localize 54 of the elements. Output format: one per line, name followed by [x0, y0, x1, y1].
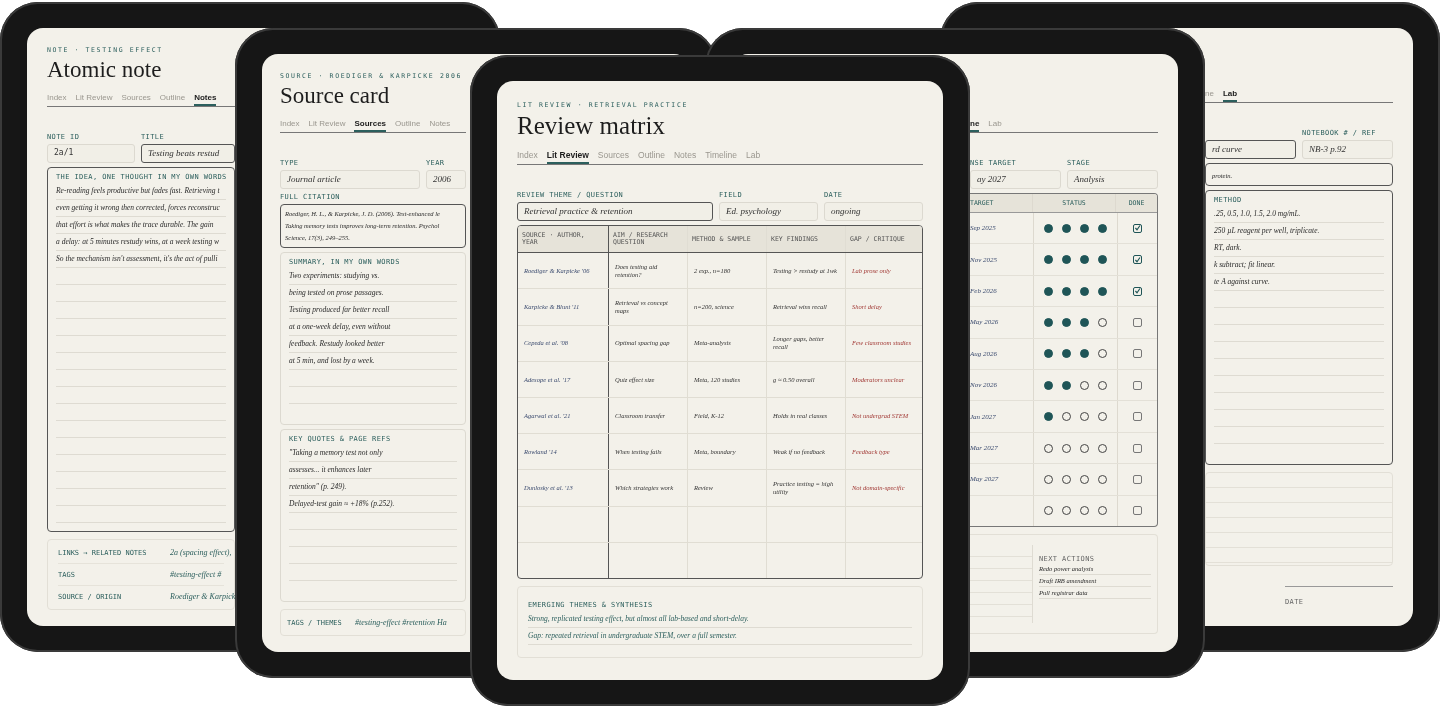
nav-tab[interactable]: ne	[970, 118, 980, 132]
input-field[interactable]: Journal article	[280, 170, 420, 190]
status-dot	[1062, 286, 1071, 296]
checkbox[interactable]	[1133, 223, 1142, 233]
checkbox[interactable]	[1133, 474, 1142, 484]
checkbox[interactable]	[1133, 506, 1142, 516]
page-title: Review matrix	[517, 113, 666, 140]
status-dot	[1062, 255, 1071, 265]
checkbox[interactable]	[1133, 317, 1142, 327]
nav-tab[interactable]: Lit Review	[546, 149, 589, 165]
status-dot	[1044, 223, 1053, 233]
status-dot	[1080, 317, 1089, 327]
checkbox[interactable]	[1133, 412, 1142, 422]
status-dot	[1062, 349, 1071, 359]
input-field[interactable]: Analysis	[1067, 170, 1158, 189]
input-field[interactable]: NB-3 p.92	[1302, 140, 1393, 159]
checkbox[interactable]	[1133, 443, 1142, 453]
status-dot	[1044, 380, 1053, 390]
status-dot	[1044, 349, 1053, 359]
status-dot	[1044, 286, 1053, 296]
page-title: Source card	[280, 84, 391, 109]
status-dot	[1080, 349, 1089, 359]
input-field[interactable]: Ed. psychology	[719, 202, 818, 222]
status-dot	[1098, 255, 1107, 265]
meta-value: #testing-effect #retention Ha	[355, 618, 447, 627]
status-dot	[1062, 380, 1071, 390]
input-field[interactable]: rd curve	[1205, 140, 1296, 159]
meta-value: #testing-effect #	[170, 570, 222, 579]
status-dot	[1044, 255, 1053, 265]
nav-tab[interactable]: Sources	[354, 118, 387, 133]
input-field[interactable]: ay 2027	[970, 170, 1061, 189]
status-dot	[1080, 223, 1089, 233]
input-field[interactable]: Testing beats restud	[141, 144, 235, 164]
status-dot	[1044, 317, 1053, 327]
page-title: Atomic note	[47, 58, 163, 83]
nav-tab[interactable]: Lab	[1222, 88, 1238, 102]
status-dot	[1044, 412, 1053, 422]
checkbox[interactable]	[1133, 286, 1142, 296]
checkbox[interactable]	[1133, 349, 1142, 359]
status-dot	[1080, 286, 1089, 296]
checkbox[interactable]	[1133, 255, 1142, 265]
input-field[interactable]: Retrieval practice & retention	[517, 202, 713, 222]
status-dot	[1062, 317, 1071, 327]
status-dot	[1080, 255, 1089, 265]
status-dot	[1062, 223, 1071, 233]
input-field[interactable]: 2a/1	[47, 144, 135, 164]
status-dot	[1098, 286, 1107, 296]
meta-value: Roediger & Karpick	[170, 592, 236, 601]
meta-value: 2a (spacing effect),	[170, 548, 232, 557]
input-field[interactable]: 2006	[426, 170, 466, 190]
input-field[interactable]: ongoing	[824, 202, 923, 222]
status-dot	[1098, 223, 1107, 233]
nav-tab[interactable]: Notes	[194, 92, 217, 107]
checkbox[interactable]	[1133, 380, 1142, 390]
